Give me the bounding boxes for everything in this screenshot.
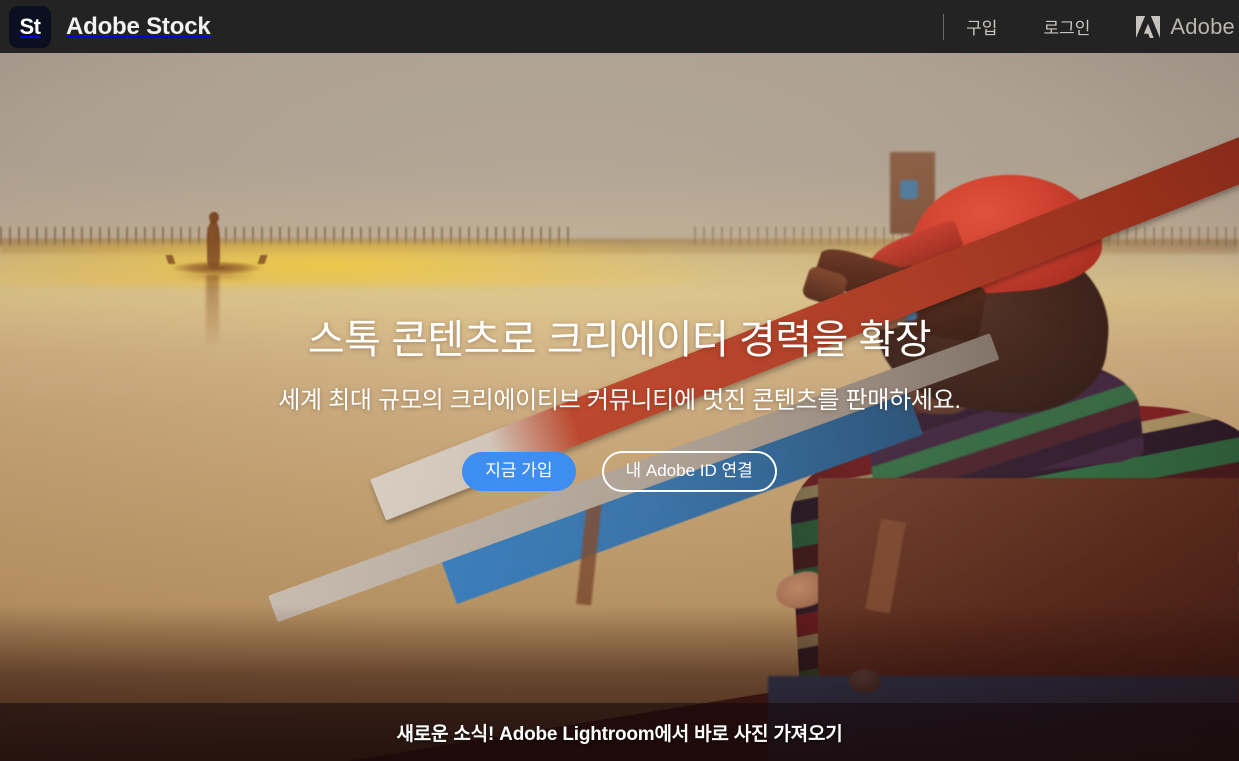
boat-post-blue-accent [899, 180, 919, 199]
header-nav: 구입 로그인 Adobe [943, 0, 1239, 53]
promo-banner[interactable]: 새로운 소식! Adobe Lightroom에서 바로 사진 가져오기 [0, 703, 1239, 761]
hero-cta-row: 지금 가입 내 Adobe ID 연결 [0, 451, 1239, 492]
adobe-stock-logo-icon: St [9, 5, 51, 48]
adobe-wordmark-label: Adobe [1170, 13, 1235, 39]
connect-adobe-id-button[interactable]: 내 Adobe ID 연결 [601, 451, 777, 492]
brand-home-link[interactable]: St Adobe Stock [9, 5, 211, 48]
nav-divider [943, 13, 945, 40]
site-header: St Adobe Stock 구입 로그인 Adobe [0, 0, 1239, 53]
nav-link-buy[interactable]: 구입 [966, 14, 997, 39]
hero-subtitle: 세계 최대 규모의 크리에이티브 커뮤니티에 멋진 콘텐츠를 판매하세요. [278, 387, 961, 414]
promo-banner-text[interactable]: 새로운 소식! Adobe Lightroom에서 바로 사진 가져오기 [396, 719, 842, 746]
adobe-logo-icon [1136, 15, 1161, 38]
join-now-button[interactable]: 지금 가입 [462, 452, 576, 491]
adobe-brand-link[interactable]: Adobe [1136, 14, 1239, 40]
hero-title: 스톡 콘텐츠로 크리에이터 경력을 확장 [307, 318, 932, 362]
adobe-stock-landing-page: St Adobe Stock 구입 로그인 Adobe 스톡 콘텐츠로 크리에이… [0, 0, 1239, 761]
brand-name-label: Adobe Stock [66, 12, 211, 40]
hero-section: 스톡 콘텐츠로 크리에이터 경력을 확장 세계 최대 규모의 크리에이티브 커뮤… [0, 53, 1239, 761]
nav-link-signin[interactable]: 로그인 [1043, 14, 1090, 39]
